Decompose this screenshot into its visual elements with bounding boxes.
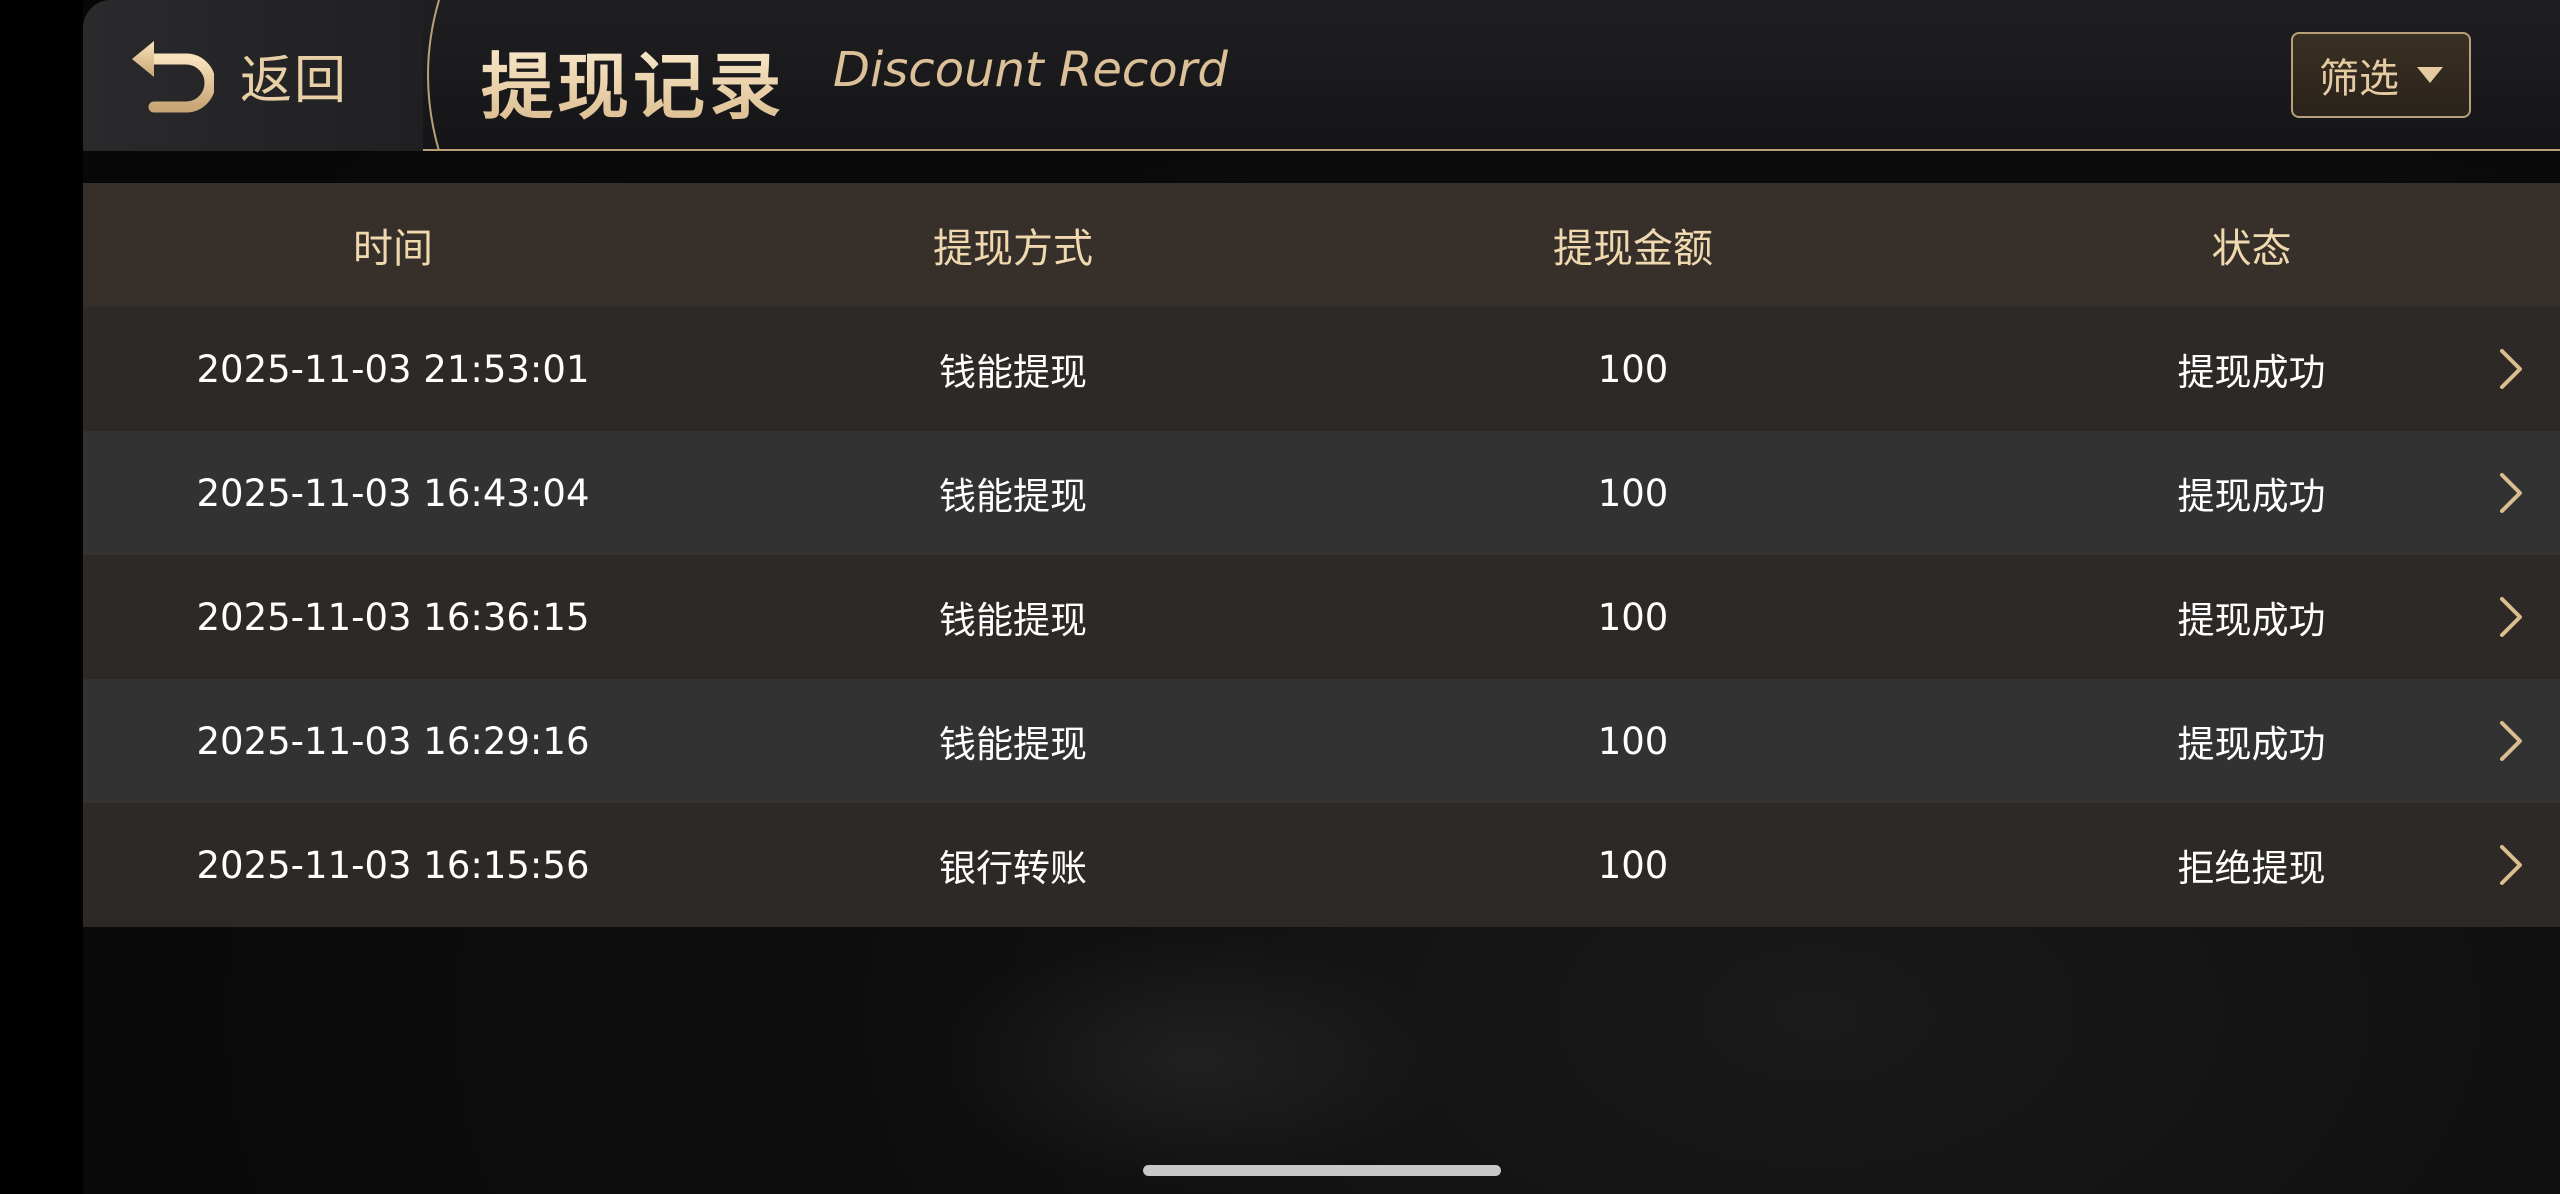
filter-button[interactable]: 筛选 bbox=[2291, 32, 2471, 118]
cell-amount: 100 bbox=[1597, 719, 1669, 763]
cell-method: 钱能提现 bbox=[939, 351, 1087, 394]
chevron-right-icon[interactable] bbox=[2496, 843, 2526, 887]
table-row[interactable]: 2025-11-03 16:15:56 银行转账 100 拒绝提现 bbox=[83, 803, 2560, 927]
table-header-row: 时间 提现方式 提现金额 状态 bbox=[83, 183, 2560, 307]
cell-time: 2025-11-03 21:53:01 bbox=[196, 347, 590, 391]
page-title: 提现记录 bbox=[481, 28, 785, 133]
back-arrow-icon bbox=[132, 40, 214, 112]
cell-method: 银行转账 bbox=[939, 847, 1087, 890]
cell-status: 拒绝提现 bbox=[2177, 847, 2326, 890]
cell-amount: 100 bbox=[1597, 595, 1669, 639]
header-bar: 返回 提现记录 Discount Record 筛选 bbox=[83, 0, 2560, 151]
column-header-time: 时间 bbox=[353, 226, 433, 272]
cell-time: 2025-11-03 16:29:16 bbox=[196, 719, 590, 763]
cell-method: 钱能提现 bbox=[939, 723, 1087, 766]
cell-status: 提现成功 bbox=[2177, 351, 2326, 394]
app-window: 返回 提现记录 Discount Record 筛选 时间 提现方式 提现金额 … bbox=[83, 0, 2560, 1194]
chevron-right-icon[interactable] bbox=[2496, 471, 2526, 515]
caret-down-icon bbox=[2417, 67, 2443, 83]
chevron-right-icon[interactable] bbox=[2496, 719, 2526, 763]
cell-time: 2025-11-03 16:43:04 bbox=[196, 471, 590, 515]
chevron-right-icon[interactable] bbox=[2496, 347, 2526, 391]
cell-status: 提现成功 bbox=[2177, 599, 2326, 642]
table-row[interactable]: 2025-11-03 16:43:04 钱能提现 100 提现成功 bbox=[83, 431, 2560, 555]
filter-label: 筛选 bbox=[2319, 56, 2399, 102]
column-header-amount: 提现金额 bbox=[1553, 226, 1713, 272]
cell-status: 提现成功 bbox=[2177, 723, 2326, 766]
cell-amount: 100 bbox=[1597, 843, 1669, 887]
cell-time: 2025-11-03 16:15:56 bbox=[196, 843, 590, 887]
table-row[interactable]: 2025-11-03 21:53:01 钱能提现 100 提现成功 bbox=[83, 307, 2560, 431]
cell-status: 提现成功 bbox=[2177, 475, 2326, 518]
cell-amount: 100 bbox=[1597, 347, 1669, 391]
cell-time: 2025-11-03 16:36:15 bbox=[196, 595, 590, 639]
cell-method: 钱能提现 bbox=[939, 599, 1087, 642]
chevron-right-icon[interactable] bbox=[2496, 595, 2526, 639]
cell-amount: 100 bbox=[1597, 471, 1669, 515]
table-row[interactable]: 2025-11-03 16:36:15 钱能提现 100 提现成功 bbox=[83, 555, 2560, 679]
cell-method: 钱能提现 bbox=[939, 475, 1087, 518]
page-subtitle: Discount Record bbox=[833, 42, 1228, 98]
header-divider bbox=[427, 0, 440, 151]
back-button[interactable]: 返回 bbox=[83, 0, 423, 151]
background-decoration bbox=[933, 930, 1453, 1190]
column-header-method: 提现方式 bbox=[933, 226, 1093, 272]
table-row[interactable]: 2025-11-03 16:29:16 钱能提现 100 提现成功 bbox=[83, 679, 2560, 803]
column-header-status: 状态 bbox=[2211, 226, 2292, 272]
home-indicator[interactable] bbox=[1143, 1165, 1501, 1176]
back-label: 返回 bbox=[240, 51, 349, 111]
record-table: 时间 提现方式 提现金额 状态 2025-11-03 21:53:01 钱能提现… bbox=[83, 183, 2560, 927]
